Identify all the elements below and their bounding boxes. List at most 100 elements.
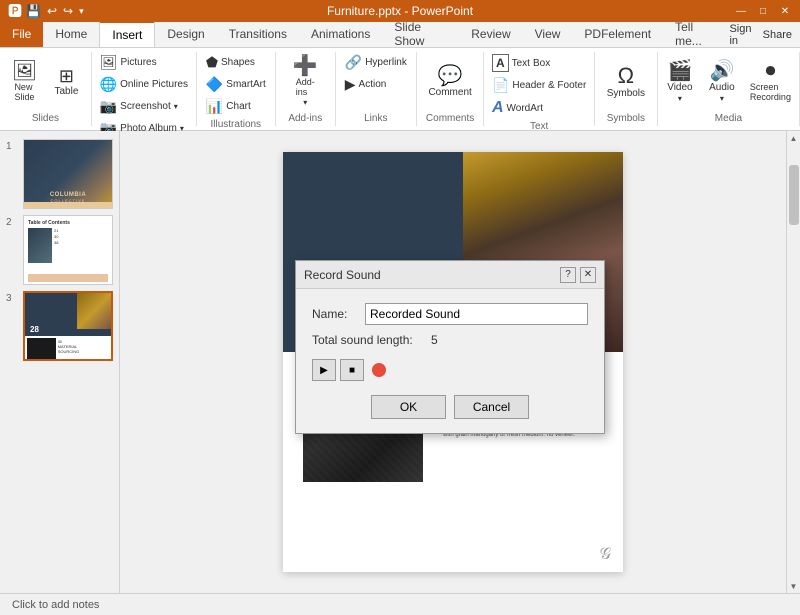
play-button[interactable]: ▶	[312, 359, 336, 381]
table-button[interactable]: ⊞ Table	[46, 64, 86, 100]
dialog-name-label: Name:	[312, 307, 357, 321]
symbols-button[interactable]: Ω Symbols	[601, 62, 651, 102]
dialog-controls: ▶ ■	[312, 359, 588, 381]
ribbon-group-symbols: Ω Symbols Symbols	[595, 52, 658, 126]
share-button[interactable]: Share	[763, 29, 792, 41]
tab-file[interactable]: File	[0, 21, 43, 47]
slide-thumb-2[interactable]: 2 Table of Contents 21 30 38	[6, 215, 113, 285]
slide-preview-2[interactable]: Table of Contents 21 30 38	[23, 215, 113, 285]
comments-group-label: Comments	[426, 113, 474, 126]
symbols-icon: Ω	[618, 65, 634, 87]
chart-icon: 📊	[206, 98, 223, 115]
table-label: Table	[55, 86, 79, 97]
tab-slideshow[interactable]: Slide Show	[382, 21, 459, 47]
record-button[interactable]	[372, 363, 386, 377]
tab-review[interactable]: Review	[459, 21, 522, 47]
stop-button[interactable]: ■	[340, 359, 364, 381]
wordart-button[interactable]: A WordArt	[488, 97, 547, 119]
smartart-icon: 🔷	[206, 76, 223, 93]
ribbon-group-links: 🔗 Hyperlink ▶ Action Links	[336, 52, 417, 126]
addins-button[interactable]: ➕ Add-ins ▾	[285, 53, 325, 110]
title-bar: 🅿 💾 ↩ ↪ ▾ Furniture.pptx - PowerPoint — …	[0, 0, 800, 22]
textbox-button[interactable]: A Text Box	[488, 52, 554, 74]
ribbon-group-illustrations: ⬟ Shapes 🔷 SmartArt 📊 Chart Illustration…	[197, 52, 276, 126]
close-button[interactable]: ✕	[778, 4, 792, 18]
header-footer-button[interactable]: 📄 Header & Footer	[488, 75, 590, 96]
screen-recording-button[interactable]: ⏺ ScreenRecording	[744, 58, 797, 105]
slide-thumb-1[interactable]: 1 COLUMBIA COLLECTIVE	[6, 139, 113, 209]
pictures-button[interactable]: 🖼 Pictures	[96, 52, 161, 73]
minimize-button[interactable]: —	[734, 4, 748, 18]
tab-search[interactable]: Tell me...	[663, 21, 729, 47]
customize-icon[interactable]: ▾	[77, 5, 86, 18]
maximize-button[interactable]: □	[756, 4, 770, 18]
symbols-group-label: Symbols	[607, 113, 645, 126]
vertical-scrollbar: ▲ ▼	[786, 131, 800, 593]
slide-number-3: 3	[6, 293, 18, 304]
sound-length-value: 5	[431, 333, 438, 347]
play-icon: ▶	[320, 365, 328, 376]
window-title: Furniture.pptx - PowerPoint	[327, 4, 473, 18]
comment-icon: 💬	[438, 66, 463, 86]
scroll-thumb[interactable]	[789, 165, 799, 225]
tab-design[interactable]: Design	[155, 21, 216, 47]
app-icon: 🅿	[8, 1, 22, 21]
slide-number-2: 2	[6, 217, 18, 228]
media-group-label: Media	[715, 113, 742, 126]
redo-icon[interactable]: ↪	[61, 3, 75, 19]
scroll-up-arrow[interactable]: ▲	[787, 131, 800, 145]
action-button[interactable]: ▶ Action	[341, 74, 391, 95]
smartart-button[interactable]: 🔷 SmartArt	[202, 74, 270, 95]
dialog-help-button[interactable]: ?	[560, 267, 576, 283]
status-bar: Click to add notes	[0, 593, 800, 615]
sound-length-label: Total sound length:	[312, 333, 427, 347]
tab-home[interactable]: Home	[43, 21, 99, 47]
ribbon-group-text: A Text Box 📄 Header & Footer A WordArt T…	[484, 52, 594, 126]
tab-animations[interactable]: Animations	[299, 21, 382, 47]
undo-icon[interactable]: ↩	[45, 3, 59, 19]
online-pictures-icon: 🌐	[100, 76, 117, 93]
ribbon-tabs: File Home Insert Design Transitions Anim…	[0, 22, 800, 48]
dialog-ok-button[interactable]: OK	[371, 395, 446, 419]
screenshot-button[interactable]: 📷 Screenshot ▾	[96, 96, 182, 117]
video-icon: 🎬	[667, 61, 692, 81]
tab-transitions[interactable]: Transitions	[217, 21, 299, 47]
slide-preview-1[interactable]: COLUMBIA COLLECTIVE	[23, 139, 113, 209]
audio-button[interactable]: 🔊 Audio ▾	[702, 58, 742, 106]
hyperlink-icon: 🔗	[345, 54, 362, 71]
ribbon-group-comments: 💬 Comment Comments	[417, 52, 485, 126]
save-icon[interactable]: 💾	[24, 3, 43, 19]
new-slide-button[interactable]: 🖼 NewSlide	[4, 58, 44, 105]
screen-recording-icon: ⏺	[765, 61, 775, 81]
wordart-icon: A	[492, 99, 504, 117]
online-pictures-button[interactable]: 🌐 Online Pictures	[96, 74, 192, 95]
slides-group-label: Slides	[32, 113, 59, 126]
dialog-title-buttons: ? ✕	[560, 267, 596, 283]
chart-button[interactable]: 📊 Chart	[202, 96, 255, 117]
tab-insert[interactable]: Insert	[99, 21, 155, 47]
signin-button[interactable]: Sign in	[729, 23, 754, 47]
scroll-track[interactable]	[787, 145, 800, 579]
comment-button[interactable]: 💬 Comment	[422, 63, 477, 101]
action-icon: ▶	[345, 76, 356, 93]
hyperlink-button[interactable]: 🔗 Hyperlink	[341, 52, 411, 73]
tab-view[interactable]: View	[523, 21, 573, 47]
ribbon-group-addins: ➕ Add-ins ▾ Add-ins	[276, 52, 336, 126]
tab-pdfelement[interactable]: PDFelement	[572, 21, 663, 47]
scroll-down-arrow[interactable]: ▼	[787, 579, 800, 593]
screenshot-icon: 📷	[100, 98, 117, 115]
slide-preview-3[interactable]: 28 UNCOMPROMISING 30MATERIALSOURCING	[23, 291, 113, 361]
table-icon: ⊞	[59, 67, 74, 85]
window-controls: — □ ✕	[734, 4, 792, 18]
addins-icon: ➕	[293, 56, 318, 76]
dialog-close-button[interactable]: ✕	[580, 267, 596, 283]
dialog-body: Name: Total sound length: 5 ▶ ■	[296, 289, 604, 433]
slide-thumb-3[interactable]: 3 28 UNCOMPROMISING 30MATERIALSOURCING	[6, 291, 113, 361]
header-footer-icon: 📄	[492, 77, 509, 94]
dialog-cancel-button[interactable]: Cancel	[454, 395, 529, 419]
status-text: Click to add notes	[12, 599, 99, 611]
shapes-button[interactable]: ⬟ Shapes	[202, 52, 259, 73]
video-button[interactable]: 🎬 Video ▾	[660, 58, 700, 106]
dialog-name-input[interactable]	[365, 303, 588, 325]
audio-icon: 🔊	[709, 61, 734, 81]
